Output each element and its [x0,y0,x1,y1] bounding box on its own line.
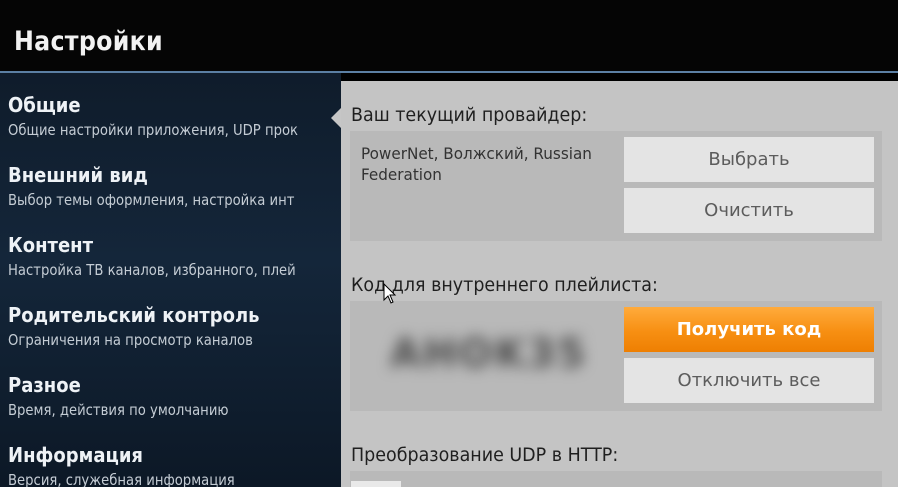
sidebar-item-parental-control[interactable]: Родительский контроль Ограничения на про… [8,303,338,349]
sidebar-item-label: Контент [8,233,94,257]
app-header: Настройки [0,0,898,71]
selected-item-pointer-icon [331,108,341,128]
sidebar-item-label: Разное [8,373,81,397]
settings-content: Ваш текущий провайдер: PowerNet, Волжски… [341,81,898,487]
playlist-panel: AHOK35 Получить код Отключить все [350,301,882,411]
sidebar: Общие Общие настройки приложения, UDP пр… [0,73,341,487]
disable-all-button[interactable]: Отключить все [624,358,874,403]
sidebar-item-general[interactable]: Общие Общие настройки приложения, UDP пр… [8,93,338,139]
udp-panel [350,471,882,487]
sidebar-item-label: Родительский контроль [8,303,260,327]
udp-section-title: Преобразование UDP в HTTP: [351,444,619,466]
sidebar-item-label: Информация [8,443,143,467]
sidebar-item-misc[interactable]: Разное Время, действия по умолчанию [8,373,338,419]
sidebar-item-label: Внешний вид [8,163,148,187]
sidebar-item-description: Время, действия по умолчанию [8,401,229,419]
sidebar-item-description: Общие настройки приложения, UDP прок [8,121,299,139]
provider-section-title: Ваш текущий провайдер: [351,104,588,126]
playlist-section-title: Код для внутреннего плейлиста: [351,274,658,296]
clear-provider-button[interactable]: Очистить [624,188,874,233]
playlist-code-value: AHOK35 [390,331,588,377]
select-provider-button[interactable]: Выбрать [624,137,874,182]
provider-panel: PowerNet, Волжский, Russian Federation В… [350,131,882,241]
sidebar-item-information[interactable]: Информация Версия, служебная информация [8,443,338,487]
page-title: Настройки [14,26,163,57]
sidebar-item-description: Версия, служебная информация [8,471,235,487]
udp-toggle-checkbox[interactable] [351,481,401,487]
sidebar-item-description: Настройка ТВ каналов, избранного, плей [8,261,296,279]
mouse-cursor-icon [383,283,397,304]
sidebar-item-content[interactable]: Контент Настройка ТВ каналов, избранного… [8,233,338,279]
get-code-button[interactable]: Получить код [624,307,874,352]
sidebar-item-label: Общие [8,93,81,117]
sidebar-item-description: Ограничения на просмотр каналов [8,331,253,349]
sidebar-item-appearance[interactable]: Внешний вид Выбор темы оформления, настр… [8,163,338,209]
current-provider-value: PowerNet, Волжский, Russian Federation [361,144,592,184]
sidebar-item-description: Выбор темы оформления, настройка инт [8,191,295,209]
